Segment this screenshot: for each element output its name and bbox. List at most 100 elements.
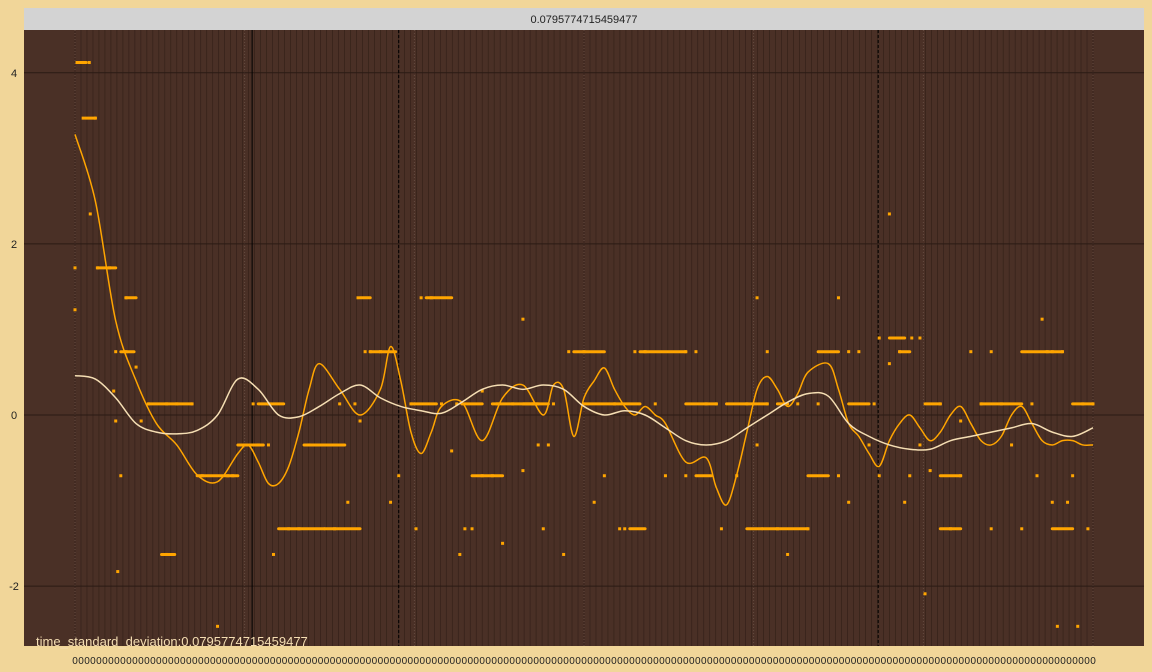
data-point [378,350,382,354]
data-point [969,350,973,354]
data-point [714,402,718,406]
data-point [765,402,769,406]
data-point [338,402,342,406]
chart-root: 0.0795774715459477 -2 0 2 4 000000000000000… [0,0,1152,672]
data-point [1040,317,1044,321]
data-point [877,474,881,478]
data-point [134,365,138,369]
data-point [1045,350,1049,354]
data-point [719,527,723,531]
data-point [108,266,112,270]
data-point [816,402,820,406]
data-point [1091,402,1095,406]
data-point [397,474,401,478]
data-point [959,419,963,423]
data-point [175,402,179,406]
data-point [266,443,270,447]
data-point [75,61,79,65]
data-point [200,474,204,478]
data-point [694,350,698,354]
y-tick-label: -2 [9,581,19,593]
data-point [409,402,413,406]
x-tick-label: 0 [1090,656,1096,667]
x-tick-labels: 0000000000000000000000000000000000000000… [72,656,1096,667]
data-point [541,527,545,531]
data-point [463,527,467,531]
y-tick-label: 2 [11,239,17,251]
data-point [450,449,454,453]
data-point [618,527,622,531]
data-point [470,527,474,531]
annotation-label: time_standard_deviation:0.07957747154594… [36,634,308,649]
data-point [272,552,276,556]
data-point [256,443,260,447]
data-point [511,402,515,406]
data-point [847,500,851,504]
data-point [356,296,360,300]
data-point [653,402,657,406]
data-point [1055,624,1059,628]
data-point [429,296,433,300]
data-point [806,527,810,531]
data-point [918,336,922,340]
data-point [1086,527,1090,531]
data-point [251,402,255,406]
data-point [216,624,220,628]
data-point [546,443,550,447]
data-point [165,402,169,406]
data-point [684,474,688,478]
data-point [368,350,372,354]
data-point [613,402,617,406]
data-point [88,212,92,216]
data-point [857,350,861,354]
data-point [755,443,759,447]
data-point [847,350,851,354]
data-point [389,500,393,504]
data-point [989,527,993,531]
data-point [786,552,790,556]
data-point [1010,443,1014,447]
data-point [623,527,627,531]
data-point [165,552,169,556]
data-point [755,296,759,300]
data-point [796,402,800,406]
data-point [480,474,484,478]
data-point [93,116,97,120]
data-point [358,419,362,423]
data-point [643,350,647,354]
data-point [877,336,881,340]
data-point [521,317,525,321]
data-point [562,552,566,556]
data-point [458,552,462,556]
data-point [501,541,505,545]
data-point [297,527,301,531]
data-point [114,419,118,423]
data-point [287,527,291,531]
data-point [119,474,123,478]
data-point [704,402,708,406]
data-point [1060,350,1064,354]
data-point [938,402,942,406]
data-point [999,402,1003,406]
data-point [765,350,769,354]
data-point [1035,474,1039,478]
data-point [1050,350,1054,354]
data-point [139,419,143,423]
data-point [898,350,902,354]
data-point [346,500,350,504]
data-point [87,61,91,65]
data-point [551,402,555,406]
data-point [1081,402,1085,406]
data-point [95,266,99,270]
data-point [81,116,85,120]
data-point [602,474,606,478]
data-point [231,474,235,478]
data-point [775,527,779,531]
y-tick-labels: -2 0 2 4 [9,68,19,593]
data-point [928,469,932,473]
data-point [1066,500,1070,504]
data-point [307,443,311,447]
data-point [112,389,116,393]
data-point [910,336,914,340]
data-point [903,500,907,504]
